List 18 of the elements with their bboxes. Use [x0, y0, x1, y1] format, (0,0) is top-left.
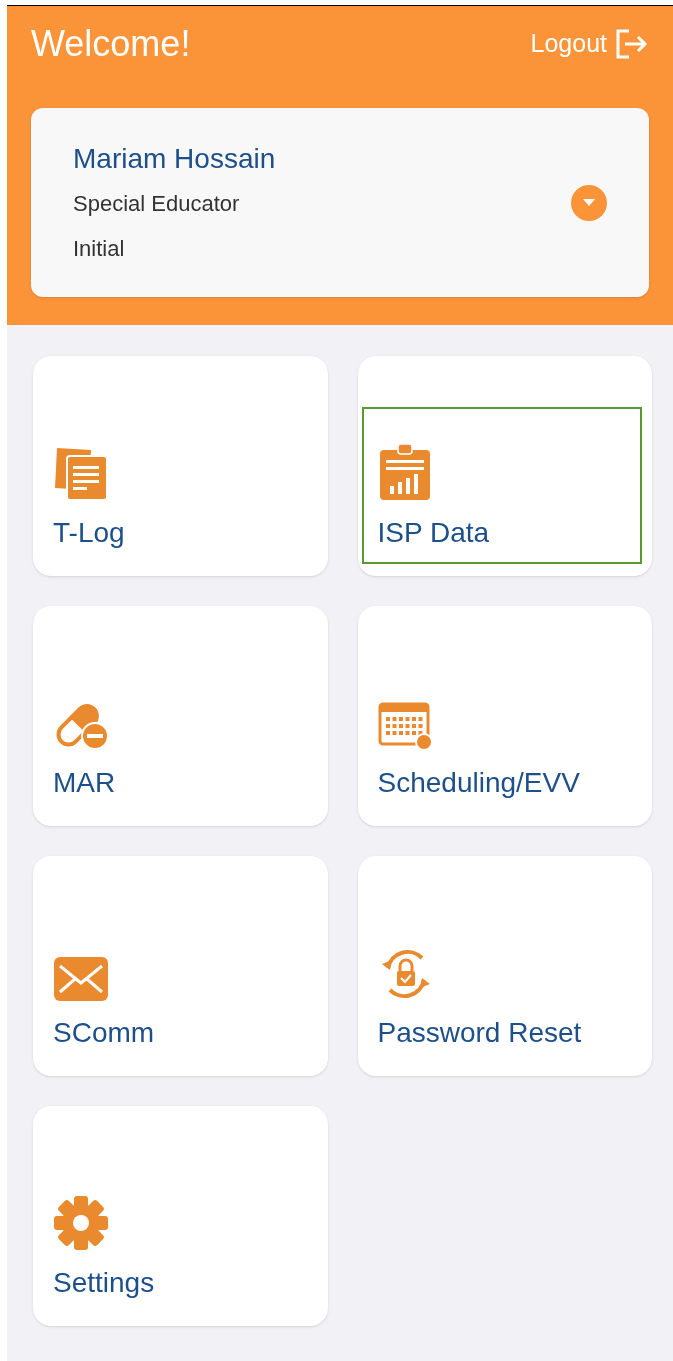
menu-tile[interactable]: Password Reset: [357, 856, 652, 1076]
settings-icon: [53, 1194, 109, 1252]
menu-tile[interactable]: ISP Data: [357, 356, 652, 576]
envelope-icon: [53, 956, 109, 1002]
menu-tile[interactable]: Scheduling/EVV: [357, 606, 652, 826]
caret-icon: [583, 198, 595, 207]
user-role: Special Educator: [73, 189, 241, 218]
welcome-title: Welcome!: [31, 22, 191, 66]
calendar-icon: [377, 702, 434, 752]
clipboard-chart-icon: [377, 442, 432, 502]
menu-tile[interactable]: T-Log: [33, 356, 328, 576]
menu-tile[interactable]: Settings: [33, 1106, 328, 1326]
dropdown-button[interactable]: [571, 184, 607, 221]
user-name: Mariam Hossain: [73, 141, 276, 176]
user-status: Initial: [73, 234, 126, 263]
logout-icon: [615, 28, 649, 60]
menu-tile[interactable]: MAR: [33, 606, 328, 826]
menu-tile[interactable]: SComm: [33, 856, 328, 1076]
